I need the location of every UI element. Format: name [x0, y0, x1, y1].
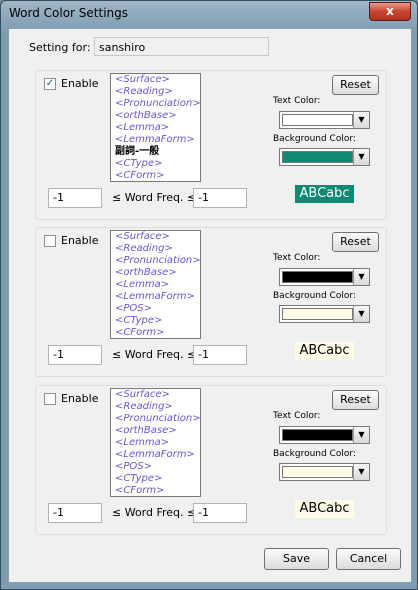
bg-color-label-3: Background Color:: [273, 449, 356, 459]
list-item[interactable]: 副詞-一般: [111, 146, 200, 158]
text-color-select-2[interactable]: ▼: [279, 268, 370, 286]
chevron-down-icon[interactable]: ▼: [353, 149, 369, 165]
close-button[interactable]: x: [369, 2, 411, 21]
setting-for-label: Setting for:: [29, 41, 91, 54]
freq-min-input-1[interactable]: -1: [48, 188, 102, 208]
list-item[interactable]: <Lemma>: [111, 122, 200, 134]
setting-for-field: sanshiro: [94, 37, 269, 56]
field-listbox-3[interactable]: <Surface> <Reading> <Pronunciation> <ort…: [110, 388, 201, 497]
bg-color-label-2: Background Color:: [273, 291, 356, 301]
chevron-down-icon[interactable]: ▼: [353, 427, 369, 443]
list-item[interactable]: <POS>: [111, 461, 200, 473]
field-listbox-2[interactable]: <Surface> <Reading> <Pronunciation> <ort…: [110, 230, 201, 339]
list-item[interactable]: <orthBase>: [111, 425, 200, 437]
list-item[interactable]: <Reading>: [111, 401, 200, 413]
chevron-down-icon[interactable]: ▼: [353, 112, 369, 128]
bg-color-select-2[interactable]: ▼: [279, 305, 370, 323]
freq-min-input-3[interactable]: -1: [48, 503, 102, 523]
text-color-select-1[interactable]: ▼: [279, 111, 370, 129]
reset-button-1[interactable]: Reset: [332, 75, 379, 95]
bg-color-label-1: Background Color:: [273, 134, 356, 144]
text-color-select-3[interactable]: ▼: [279, 426, 370, 444]
list-item[interactable]: <Surface>: [111, 231, 200, 243]
list-item[interactable]: <Lemma>: [111, 437, 200, 449]
bg-color-swatch-2: [282, 308, 353, 320]
list-item[interactable]: <Pronunciation>: [111, 413, 200, 425]
window-title: Word Color Settings: [9, 6, 129, 20]
list-item[interactable]: <Pronunciation>: [111, 98, 200, 110]
text-color-swatch-3: [282, 429, 353, 441]
enable-label-2: Enable: [61, 234, 99, 247]
list-item[interactable]: <Surface>: [111, 74, 200, 86]
list-item[interactable]: <CForm>: [111, 327, 200, 338]
title-bar[interactable]: Word Color Settings x: [1, 1, 417, 27]
list-item[interactable]: <Reading>: [111, 243, 200, 255]
dialog-client-area: Setting for: sanshiro ✓ Enable <Surface>…: [8, 28, 412, 583]
chevron-down-icon[interactable]: ▼: [353, 464, 369, 480]
bg-color-select-1[interactable]: ▼: [279, 148, 370, 166]
freq-max-input-1[interactable]: -1: [193, 188, 247, 208]
text-color-label-1: Text Color:: [273, 96, 321, 106]
save-button[interactable]: Save: [264, 548, 329, 570]
chevron-down-icon[interactable]: ▼: [353, 306, 369, 322]
color-preview-1: ABCabc: [295, 185, 354, 203]
list-item[interactable]: <orthBase>: [111, 267, 200, 279]
text-color-swatch-1: [282, 114, 353, 126]
list-item[interactable]: <CForm>: [111, 170, 200, 181]
list-item[interactable]: <Pronunciation>: [111, 255, 200, 267]
reset-button-3[interactable]: Reset: [332, 390, 379, 410]
freq-min-input-2[interactable]: -1: [48, 345, 102, 365]
chevron-down-icon[interactable]: ▼: [353, 269, 369, 285]
list-item[interactable]: <CType>: [111, 473, 200, 485]
list-item[interactable]: <LemmaForm>: [111, 134, 200, 146]
list-item[interactable]: <LemmaForm>: [111, 291, 200, 303]
enable-label-1: Enable: [61, 77, 99, 90]
bg-color-select-3[interactable]: ▼: [279, 463, 370, 481]
list-item[interactable]: <CForm>: [111, 485, 200, 496]
freq-label-2: ≤ Word Freq. ≤: [112, 348, 197, 361]
list-item[interactable]: <LemmaForm>: [111, 449, 200, 461]
dialog-window: Word Color Settings x Setting for: sansh…: [0, 0, 418, 590]
color-preview-2: ABCabc: [295, 342, 354, 360]
close-icon: x: [386, 4, 394, 18]
list-item[interactable]: <orthBase>: [111, 110, 200, 122]
enable-label-3: Enable: [61, 392, 99, 405]
list-item[interactable]: <CType>: [111, 315, 200, 327]
list-item[interactable]: <Reading>: [111, 86, 200, 98]
checkmark-icon: ✓: [45, 78, 55, 89]
rule-group-3: Enable <Surface> <Reading> <Pronunciatio…: [35, 385, 387, 535]
field-listbox-1[interactable]: <Surface> <Reading> <Pronunciation> <ort…: [110, 73, 201, 182]
list-item[interactable]: <POS>: [111, 303, 200, 315]
list-item[interactable]: <Surface>: [111, 389, 200, 401]
list-item[interactable]: <CType>: [111, 158, 200, 170]
reset-button-2[interactable]: Reset: [332, 232, 379, 252]
freq-max-input-2[interactable]: -1: [193, 345, 247, 365]
rule-group-2: Enable <Surface> <Reading> <Pronunciatio…: [35, 227, 387, 377]
enable-checkbox-3[interactable]: [44, 393, 56, 405]
freq-max-input-3[interactable]: -1: [193, 503, 247, 523]
text-color-label-3: Text Color:: [273, 411, 321, 421]
bg-color-swatch-1: [282, 151, 353, 163]
text-color-label-2: Text Color:: [273, 253, 321, 263]
cancel-button[interactable]: Cancel: [336, 548, 401, 570]
color-preview-3: ABCabc: [295, 500, 354, 518]
freq-label-1: ≤ Word Freq. ≤: [112, 191, 197, 204]
list-item[interactable]: <Lemma>: [111, 279, 200, 291]
text-color-swatch-2: [282, 271, 353, 283]
freq-label-3: ≤ Word Freq. ≤: [112, 506, 197, 519]
enable-checkbox-2[interactable]: [44, 235, 56, 247]
rule-group-1: ✓ Enable <Surface> <Reading> <Pronunciat…: [35, 70, 387, 220]
bg-color-swatch-3: [282, 466, 353, 478]
enable-checkbox-1[interactable]: ✓: [44, 78, 56, 90]
